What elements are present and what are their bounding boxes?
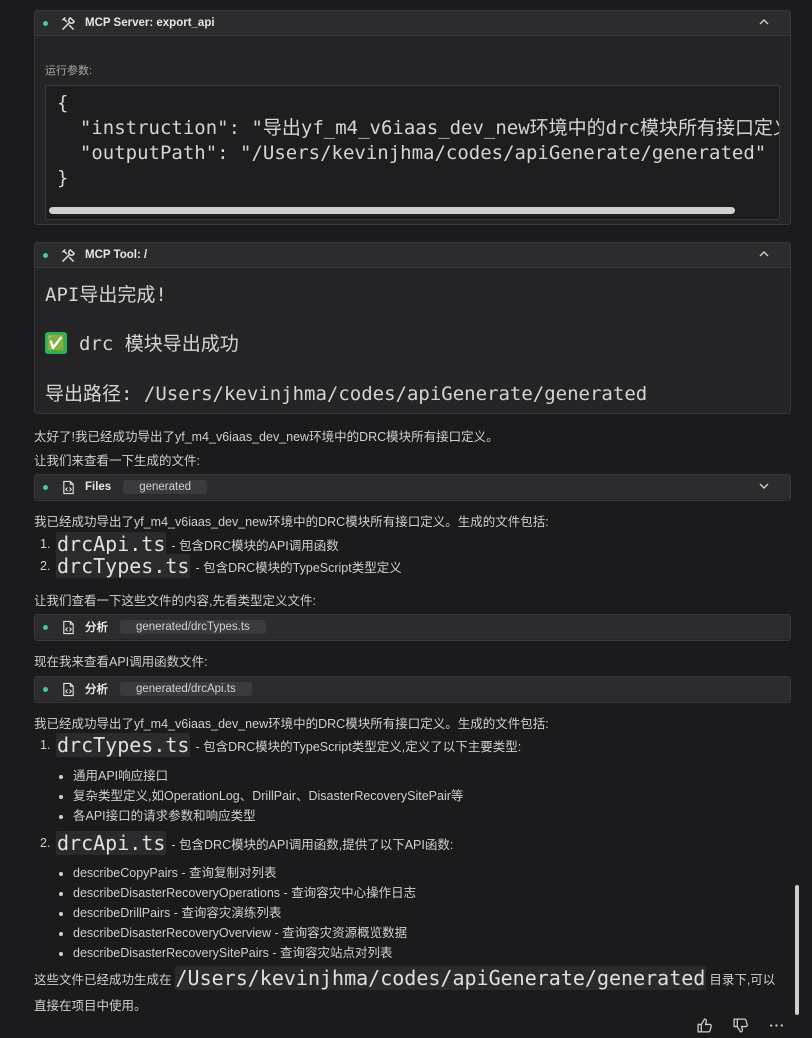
chevron-up-icon[interactable] [758,248,770,260]
message-text: 我已经成功导出了yf_m4_v6iaas_dev_new环境中的DRC模块所有接… [34,515,549,529]
file-name-code: drcTypes.ts [56,554,191,578]
mcp-tool-title: MCP Tool: / [85,249,148,261]
analyze-path-pill: generated/drcApi.ts [120,682,252,696]
thumbs-down-icon[interactable] [732,1017,749,1034]
mcp-tool-card-header[interactable]: MCP Tool: / [35,243,790,268]
message-text: 我已经成功导出了yf_m4_v6iaas_dev_new环境中的DRC模块所有接… [34,717,549,731]
output-path-code: /Users/kevinjhma/codes/apiGenerate/gener… [174,966,707,990]
file-code-icon [63,620,74,634]
files-path-pill: generated [123,480,208,494]
status-dot [43,624,48,630]
mcp-tool-card: MCP Tool: / API导出完成! ✅ drc 模块导出成功 导出路径: … [34,242,791,414]
list-item: 2. drcApi.ts - 包含DRC模块的API调用函数,提供了以下API函… [40,831,454,855]
tool-result-line2: drc 模块导出成功 [79,333,239,355]
bullet-item: describeDisasterRecoverySitePairs - 查询容灾… [59,942,393,961]
mcp-server-title: MCP Server: export_api [85,17,215,29]
check-icon: ✅ [45,331,67,354]
list-item: 1. drcTypes.ts - 包含DRC模块的TypeScript类型定义,… [40,733,522,757]
status-dot [43,686,48,692]
bullet-item: describeDrillPairs - 查询容灾演练列表 [59,902,281,921]
status-dot [43,252,48,258]
horizontal-scrollbar[interactable] [49,207,735,214]
thumbs-up-icon[interactable] [696,1017,713,1034]
list-item: 2. drcTypes.ts - 包含DRC模块的TypeScript类型定义 [40,554,402,578]
analyze-path-pill: generated/drcTypes.ts [120,620,266,634]
tool-result-line1: API导出完成! [45,284,167,306]
analyze-title: 分析 [85,622,108,634]
file-code-icon [63,480,74,494]
bullet-item: describeDisasterRecoveryOperations - 查询容… [59,882,416,901]
tools-icon [62,248,76,262]
analyze-card[interactable]: 分析 generated/drcApi.ts [34,676,791,703]
file-name-code: drcTypes.ts [56,733,191,757]
analyze-title: 分析 [85,684,108,696]
chevron-down-icon[interactable] [758,480,770,492]
files-title: Files [85,481,112,493]
final-message-line2: 直接在项目中使用。 [34,999,147,1013]
status-dot [43,484,48,490]
params-code: { "instruction": "导出yf_m4_v6iaas_dev_new… [57,92,780,189]
more-icon[interactable] [768,1017,785,1034]
status-dot [43,20,48,26]
file-name-code: drcApi.ts [56,532,167,556]
file-code-icon [63,682,74,696]
message-actions [696,1017,785,1034]
params-label: 运行参数: [45,65,93,77]
mcp-server-card: MCP Server: export_api 运行参数: { "instruct… [34,10,791,225]
analyze-card[interactable]: 分析 generated/drcTypes.ts [34,614,791,641]
bullet-item: 通用API响应接口 [59,765,168,784]
list-item: 1. drcApi.ts - 包含DRC模块的API调用函数 [40,532,339,556]
final-message: 这些文件已经成功生成在 /Users/kevinjhma/codes/apiGe… [34,966,776,990]
message-text: 太好了!我已经成功导出了yf_m4_v6iaas_dev_new环境中的DRC模… [34,430,499,444]
chevron-up-icon[interactable] [758,16,770,28]
bullet-item: describeCopyPairs - 查询复制对列表 [59,862,277,881]
bullet-item: 复杂类型定义,如OperationLog、DrillPair、DisasterR… [59,785,463,804]
analyze-card-header[interactable]: 分析 generated/drcTypes.ts [35,615,790,639]
tools-icon [62,16,76,30]
files-card-header[interactable]: Files generated [35,475,790,499]
bullet-item: 各API接口的请求参数和响应类型 [59,805,256,824]
analyze-card-header[interactable]: 分析 generated/drcApi.ts [35,677,790,701]
message-text: 让我们来查看一下生成的文件: [34,454,200,468]
message-text: 现在我来查看API调用函数文件: [34,655,208,669]
bullet-item: describeDisasterRecoveryOverview - 查询容灾资… [59,922,407,941]
params-code-block[interactable]: { "instruction": "导出yf_m4_v6iaas_dev_new… [45,85,780,220]
tool-result-line3: 导出路径: /Users/kevinjhma/codes/apiGenerate… [45,383,648,405]
files-card[interactable]: Files generated [34,474,791,501]
vertical-scrollbar[interactable] [795,885,799,1015]
file-name-code: drcApi.ts [56,831,167,855]
mcp-server-card-header[interactable]: MCP Server: export_api [35,11,790,36]
message-text: 让我们查看一下这些文件的内容,先看类型定义文件: [34,594,316,608]
